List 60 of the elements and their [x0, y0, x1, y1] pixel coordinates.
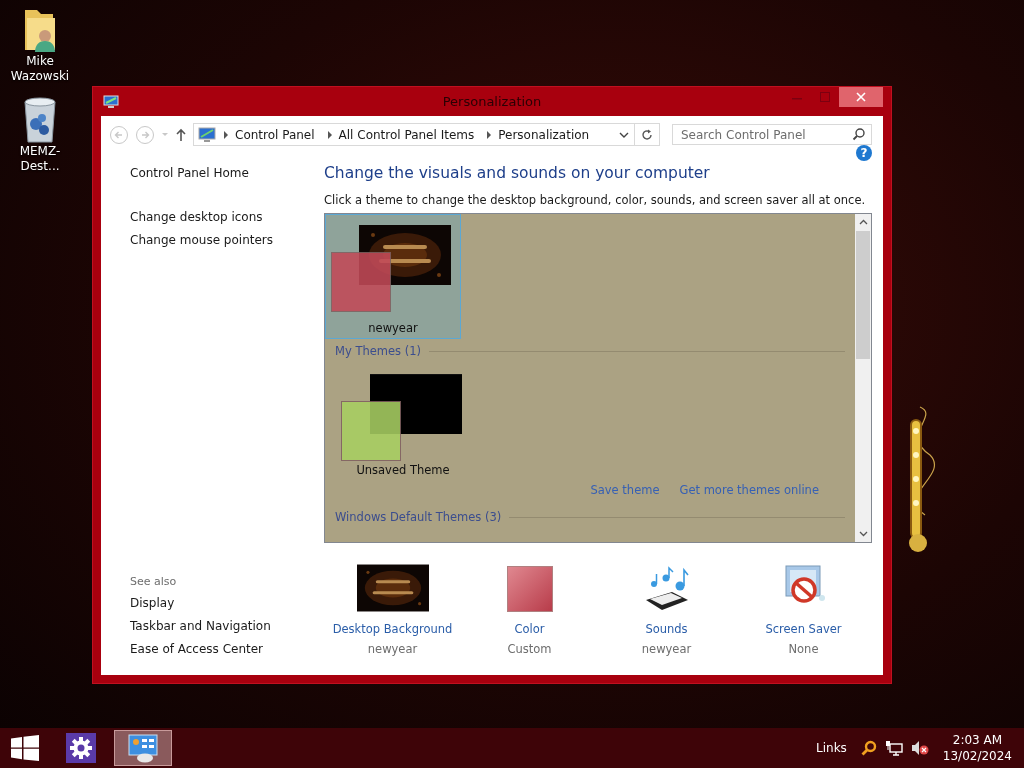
- group-heading: My Themes (1): [335, 344, 421, 358]
- clock[interactable]: 2:03 AM 13/02/2024: [942, 732, 1012, 764]
- theme-name: newyear: [367, 321, 419, 335]
- icon-label: MEMZ-Dest...: [18, 144, 62, 174]
- taskbar-button[interactable]: [66, 733, 96, 763]
- search-icon[interactable]: [860, 740, 877, 756]
- nav-link[interactable]: Display: [130, 596, 324, 611]
- search-icon: [852, 127, 866, 141]
- close-icon: [856, 92, 866, 102]
- control-panel-icon: [126, 733, 160, 763]
- refresh-button[interactable]: [635, 123, 660, 146]
- nav-link[interactable]: Taskbar and Navigation: [130, 619, 324, 634]
- chevron-icon: [325, 130, 334, 139]
- setting-value: newyear: [641, 642, 692, 656]
- scroll-thumb[interactable]: [856, 231, 870, 359]
- page-heading: Change the visuals and sounds on your computer: [324, 164, 711, 182]
- nav-link[interactable]: Change desktop icons: [130, 210, 324, 225]
- maximize-icon: [820, 92, 830, 102]
- toolbar-label[interactable]: Links: [816, 741, 847, 755]
- group-heading: Windows Default Themes (3): [335, 510, 502, 524]
- breadcrumb-link[interactable]: Control Panel: [230, 127, 320, 142]
- nav-link[interactable]: Ease of Access Center: [130, 642, 324, 657]
- icon-label: Mike Wazowski: [9, 54, 71, 84]
- theme-name: Unsaved Theme: [355, 463, 451, 477]
- theme-tile[interactable]: Unsaved Theme: [325, 364, 481, 489]
- search-field[interactable]: Search Control Panel: [672, 124, 872, 145]
- help-button[interactable]: ?: [856, 145, 872, 161]
- dropdown-caret-icon[interactable]: [619, 130, 629, 139]
- control-panel-icon: [198, 126, 216, 143]
- gear-icon: [69, 736, 93, 760]
- chevron-icon: [222, 130, 230, 139]
- chevron-icon: [485, 130, 494, 139]
- description-text: Click a theme to change the desktop background, color, sounds, and screen saver all at once.: [324, 193, 867, 207]
- up-button[interactable]: [175, 127, 187, 142]
- refresh-icon: [641, 128, 653, 141]
- setting-value: newyear: [367, 642, 418, 656]
- scrollbar[interactable]: [855, 214, 871, 542]
- nav-link[interactable]: Control Panel Home: [130, 166, 324, 181]
- setting-link[interactable]: Sounds: [645, 622, 688, 636]
- taskbar-button[interactable]: [114, 730, 172, 766]
- nav-link[interactable]: Change mouse pointers: [130, 233, 324, 248]
- theme-tile[interactable]: newyear: [325, 214, 461, 339]
- network-icon[interactable]: [884, 740, 903, 756]
- window-title: Personalization: [442, 94, 542, 109]
- setting-link[interactable]: Screen Saver: [765, 622, 842, 636]
- setting-value: None: [788, 642, 819, 656]
- scroll-up-icon[interactable]: [858, 219, 868, 225]
- clock-time: 2:03 AM: [952, 732, 1003, 748]
- address-bar[interactable]: Control Panel All Control Panel Items Personalization: [193, 123, 635, 146]
- start-button[interactable]: [11, 735, 39, 761]
- muted-speaker-icon[interactable]: [910, 740, 929, 756]
- control-panel-icon: [103, 94, 119, 109]
- setting-link[interactable]: Color: [514, 622, 545, 636]
- setting-value: Custom: [507, 642, 552, 656]
- setting-link[interactable]: Desktop Background: [332, 622, 453, 636]
- breadcrumb-link[interactable]: Personalization: [493, 127, 595, 142]
- section-heading: See also: [130, 575, 178, 588]
- clock-date: 13/02/2024: [942, 748, 1012, 764]
- scroll-down-icon[interactable]: [858, 531, 868, 537]
- breadcrumb-link[interactable]: All Control Panel Items: [333, 127, 480, 142]
